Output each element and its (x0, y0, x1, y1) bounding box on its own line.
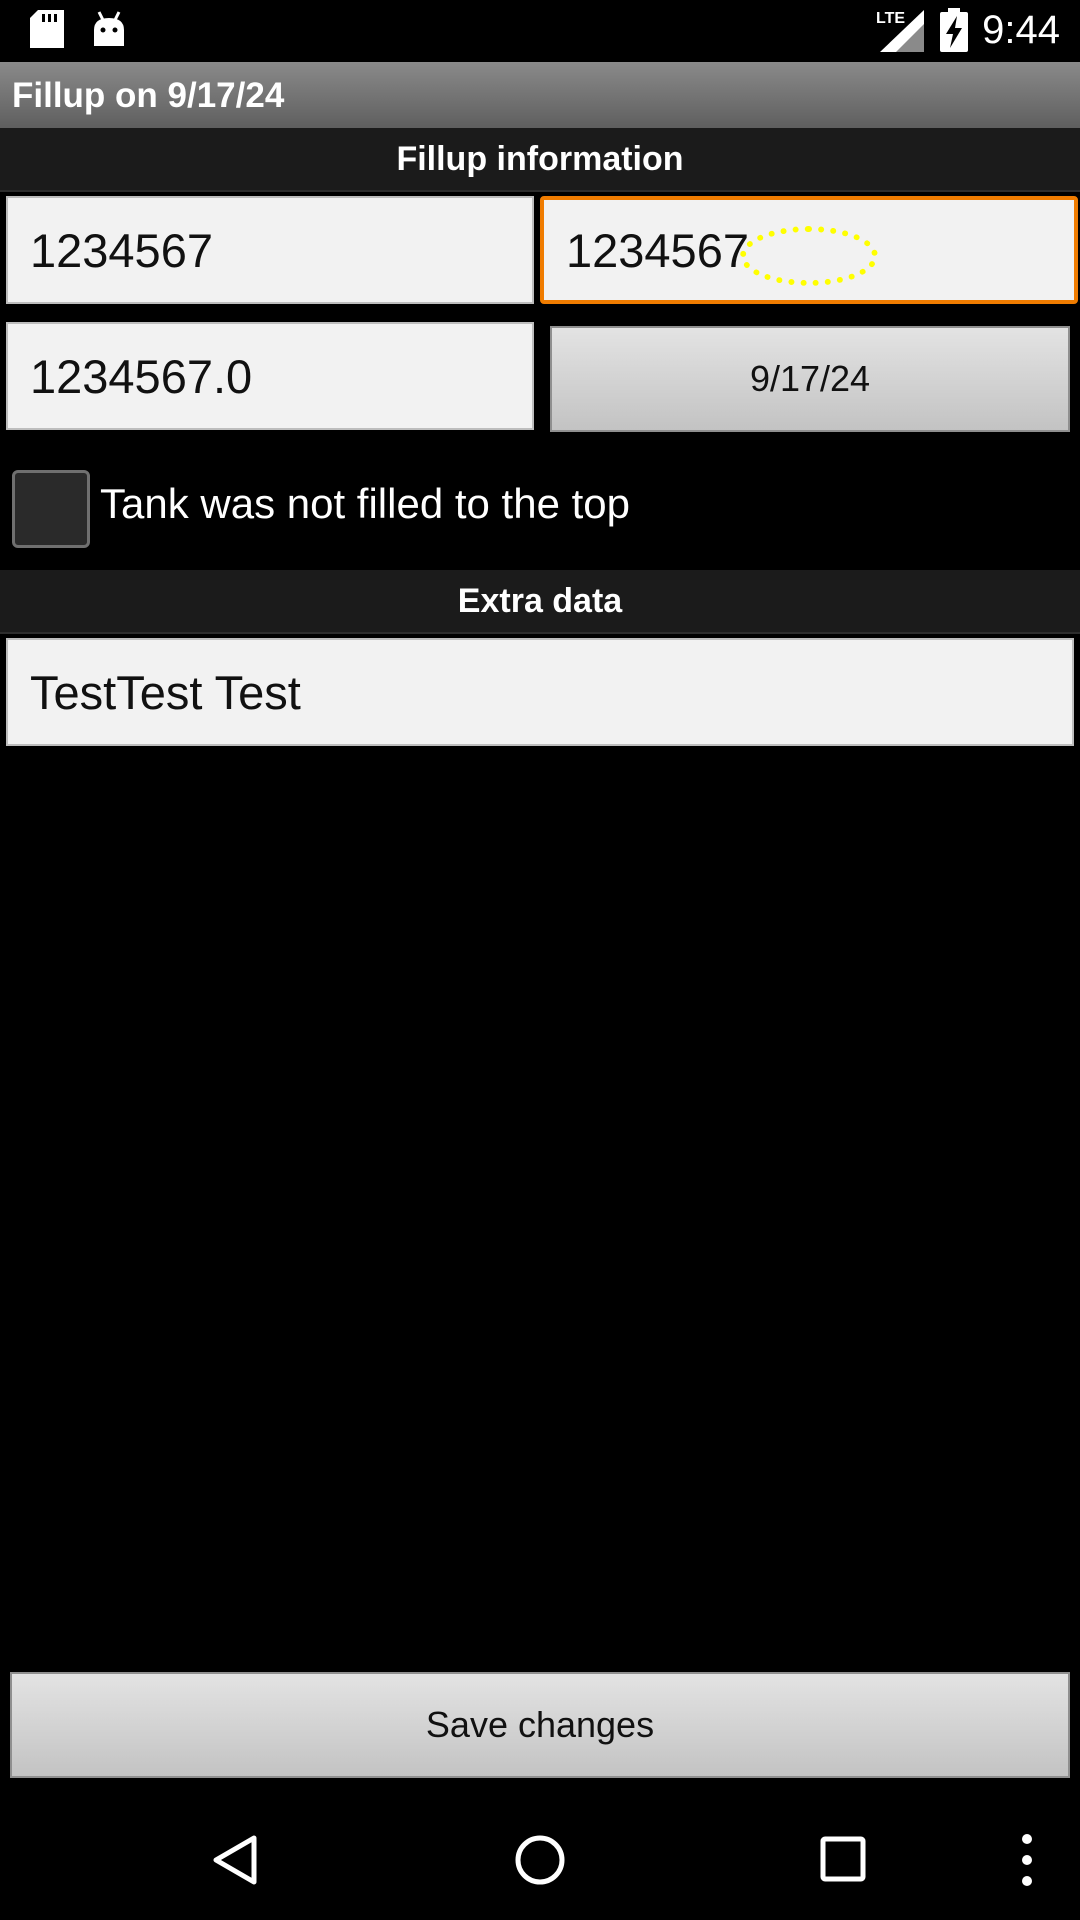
status-bar: LTE 9:44 (0, 0, 1080, 62)
back-icon[interactable] (212, 1834, 258, 1891)
title-bar: Fillup on 9/17/24 (0, 62, 1080, 128)
android-icon (92, 10, 126, 53)
recents-icon[interactable] (820, 1836, 866, 1887)
comment-field[interactable]: TestTest Test (6, 638, 1074, 746)
signal-icon (880, 10, 924, 57)
page-title: Fillup on 9/17/24 (12, 76, 285, 115)
partial-fill-checkbox[interactable] (12, 470, 90, 548)
fillup-info-header: Fillup information (0, 128, 1080, 192)
price-field[interactable]: 1234567.0 (6, 322, 534, 430)
odometer-field[interactable]: 1234567 (6, 196, 534, 304)
sd-card-icon (30, 10, 64, 53)
tap-indicator (740, 226, 878, 286)
date-button[interactable]: 9/17/24 (550, 326, 1070, 432)
battery-charging-icon (940, 8, 968, 57)
partial-fill-label: Tank was not filled to the top (100, 480, 630, 527)
overflow-menu-icon[interactable] (1020, 1832, 1034, 1893)
navigation-bar (0, 1790, 1080, 1920)
home-icon[interactable] (514, 1834, 566, 1891)
save-changes-button[interactable]: Save changes (10, 1672, 1070, 1778)
amount-field-value: 1234567 (566, 223, 749, 277)
status-time: 9:44 (982, 8, 1060, 52)
extra-data-header: Extra data (0, 570, 1080, 634)
